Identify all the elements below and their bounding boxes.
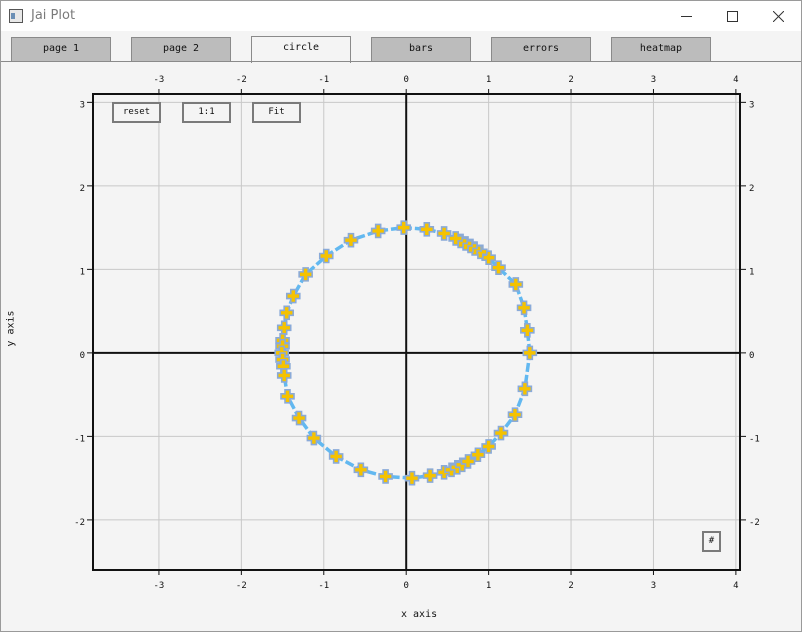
y-tick-label-left: 0 xyxy=(80,351,85,361)
plot-frame xyxy=(92,93,741,571)
y-tick-label-left: 1 xyxy=(80,267,85,277)
x-tick-label-bottom: 1 xyxy=(486,581,491,591)
grid xyxy=(93,94,740,570)
y-tick-label-left: -1 xyxy=(74,434,85,444)
x-tick-label-bottom: 4 xyxy=(733,581,738,591)
reset-button[interactable]: reset xyxy=(112,102,161,123)
data-point xyxy=(280,389,295,404)
tick-labels: -3 -3 -2 -2 -1 -1 0 0 1 1 2 2 3 3 4 4 -2 -2 -1 -1 0 0 1 1 2 2 3 3 xyxy=(74,75,760,591)
data-point xyxy=(522,345,538,361)
x-tick-label-top: -1 xyxy=(318,75,329,85)
data-point-marker xyxy=(279,305,294,321)
x-tick-label-bottom: 3 xyxy=(651,581,656,591)
data-point-marker xyxy=(353,462,369,478)
data-point xyxy=(517,381,533,397)
x-tick-label-bottom: -2 xyxy=(236,581,247,591)
data-point-marker xyxy=(520,323,535,338)
data-point-marker xyxy=(419,221,435,237)
y-tick-label-left: -2 xyxy=(74,518,85,528)
y-tick-label-left: 3 xyxy=(80,100,85,110)
data-point xyxy=(378,469,393,484)
x-tick-label-bottom: -1 xyxy=(318,581,329,591)
one-to-one-button[interactable]: 1:1 xyxy=(182,102,231,123)
data-point xyxy=(276,320,292,336)
x-tick-label-bottom: -3 xyxy=(154,581,165,591)
x-tick-label-top: -3 xyxy=(154,75,165,85)
data-point xyxy=(419,221,435,237)
data-point-marker xyxy=(396,220,412,235)
data-point xyxy=(396,220,412,235)
x-axis-title: x axis xyxy=(401,609,438,620)
app-window: Jai Plot page 1 page 2 circle bars error… xyxy=(0,0,802,632)
x-tick-label-top: 0 xyxy=(403,75,408,85)
data-point-marker xyxy=(517,381,533,397)
x-tick-label-top: 2 xyxy=(568,75,573,85)
data-point xyxy=(404,470,420,486)
data-point xyxy=(516,300,532,316)
data-point-marker xyxy=(422,468,438,483)
data-point xyxy=(370,223,386,239)
data-point-marker xyxy=(276,368,292,383)
data-point xyxy=(520,323,535,338)
data-point-marker xyxy=(404,470,420,486)
y-tick-label-right: -2 xyxy=(749,518,760,528)
x-tick-label-top: 4 xyxy=(733,75,738,85)
data-point xyxy=(279,305,294,321)
plot-area[interactable]: -3 -3 -2 -2 -1 -1 0 0 1 1 2 2 3 3 4 4 -2 -2 -1 -1 0 0 1 1 2 2 3 3 xyxy=(1,1,801,631)
y-tick-label-left: 2 xyxy=(80,184,85,194)
grid-toggle-button[interactable]: # xyxy=(702,531,721,552)
fit-button[interactable]: Fit xyxy=(252,102,301,123)
data-point xyxy=(276,368,292,383)
data-point xyxy=(493,425,509,441)
data-point-marker xyxy=(522,345,538,361)
data-point-marker xyxy=(378,469,393,484)
data-point-marker xyxy=(370,223,386,239)
y-tick-label-right: 0 xyxy=(749,351,754,361)
y-axis-title: y axis xyxy=(5,310,17,347)
x-tick-label-bottom: 2 xyxy=(568,581,573,591)
data-point xyxy=(422,468,438,483)
x-tick-label-top: 3 xyxy=(651,75,656,85)
data-point-marker xyxy=(276,320,292,336)
data-point-marker xyxy=(280,389,295,404)
data-point-marker xyxy=(516,300,532,316)
y-tick-label-right: 3 xyxy=(749,100,754,110)
data-point-marker xyxy=(493,425,509,441)
y-tick-label-right: -1 xyxy=(749,434,760,444)
x-tick-label-top: 1 xyxy=(486,75,491,85)
x-tick-label-top: -2 xyxy=(236,75,247,85)
data-point xyxy=(353,462,369,478)
y-tick-label-right: 2 xyxy=(749,184,754,194)
x-tick-label-bottom: 0 xyxy=(403,581,408,591)
y-tick-label-right: 1 xyxy=(749,267,754,277)
axes xyxy=(87,89,746,575)
